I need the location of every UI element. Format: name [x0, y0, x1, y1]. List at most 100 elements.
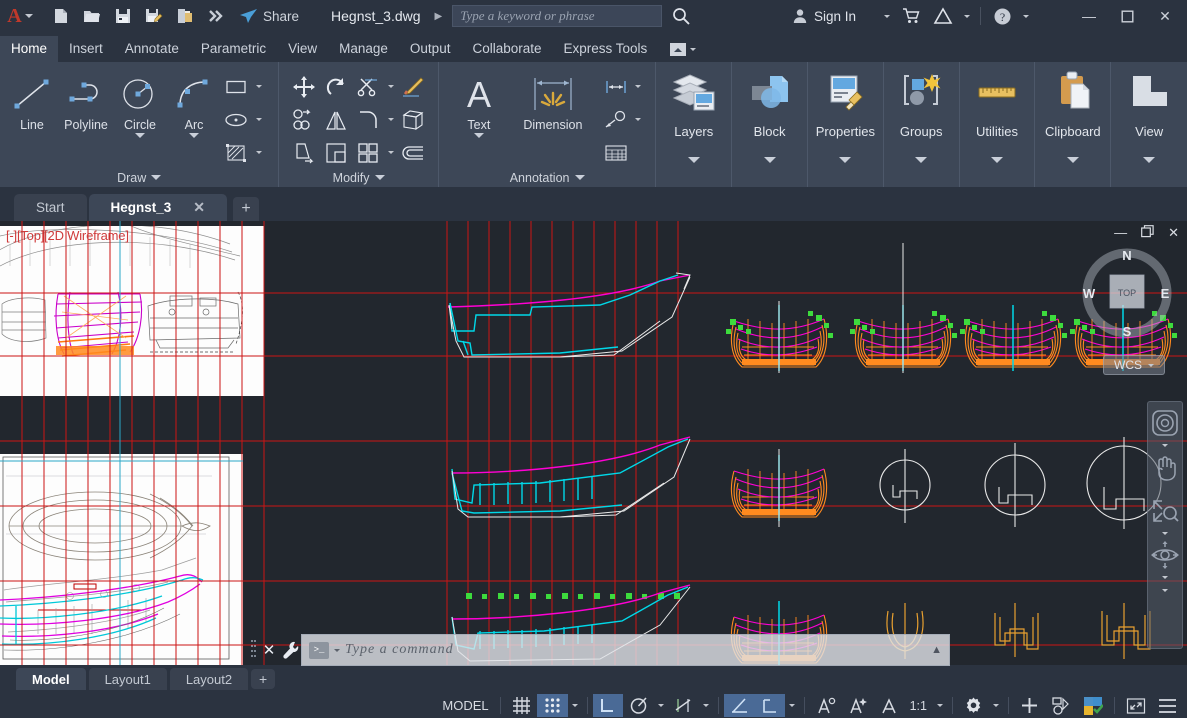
tab-parametric[interactable]: Parametric: [190, 36, 277, 62]
table-icon[interactable]: [601, 138, 631, 167]
ucs-chevron-down-icon[interactable]: [1148, 363, 1154, 367]
rectangle-icon[interactable]: [221, 72, 251, 101]
properties-dropdown-icon[interactable]: [839, 157, 852, 187]
command-input[interactable]: >_ Type a command ▲: [301, 634, 950, 666]
account-chevron-icon[interactable]: [964, 14, 970, 18]
erase-icon[interactable]: [398, 72, 428, 101]
search-icon[interactable]: [670, 5, 692, 27]
model-space-button[interactable]: MODEL: [436, 694, 494, 717]
text-dropdown-icon[interactable]: [473, 133, 484, 138]
sign-in-button[interactable]: Sign In: [792, 8, 856, 24]
arc-button[interactable]: Arc: [167, 68, 221, 138]
block-dropdown-icon[interactable]: [763, 157, 776, 187]
viewcube[interactable]: N S E W TOP: [1081, 241, 1173, 361]
extrude-icon[interactable]: [398, 105, 428, 134]
graphics-performance-icon[interactable]: [1077, 694, 1109, 717]
annotation-scale-value[interactable]: 1:1: [904, 694, 933, 717]
scale-chevron-down-icon[interactable]: [937, 704, 943, 707]
window-minimize-button[interactable]: —: [1075, 1, 1103, 31]
orbit-chevron-down-icon[interactable]: [1162, 575, 1168, 579]
viewport-minimize-icon[interactable]: —: [1114, 225, 1127, 241]
ucs-chevron-down-icon-status[interactable]: [788, 704, 795, 707]
pan-button[interactable]: [1149, 450, 1181, 494]
ellipse-dropdown-icon[interactable]: [255, 118, 262, 121]
wheel-chevron-down-icon[interactable]: [1162, 443, 1168, 447]
array-icon[interactable]: [353, 138, 383, 167]
ortho-mode-toggle[interactable]: [592, 694, 623, 717]
modify-panel-chevron-icon[interactable]: [374, 175, 385, 180]
search-input[interactable]: Type a keyword or phrase: [452, 5, 663, 27]
reference-image-bottom[interactable]: [0, 454, 243, 665]
snap-mode-toggle[interactable]: [536, 694, 568, 717]
zoom-extents-button[interactable]: [1149, 494, 1181, 538]
command-history-chevron-icon[interactable]: [334, 648, 340, 652]
circle-button[interactable]: Circle: [113, 68, 167, 138]
hatch-dropdown-icon[interactable]: [255, 151, 262, 154]
clipboard-dropdown-icon[interactable]: [1066, 157, 1079, 187]
scale-icon[interactable]: [321, 138, 351, 167]
zoom-chevron-down-icon[interactable]: [1162, 531, 1168, 535]
offset-icon[interactable]: [398, 138, 428, 167]
save-icon[interactable]: [112, 5, 134, 27]
tab-annotate[interactable]: Annotate: [114, 36, 190, 62]
move-icon[interactable]: [289, 72, 319, 101]
panel-clipboard[interactable]: Clipboard: [1035, 62, 1112, 187]
workspace-chevron-down-icon[interactable]: [993, 704, 999, 707]
tab-view[interactable]: View: [277, 36, 328, 62]
minimize-ribbon-button[interactable]: [670, 43, 697, 62]
drawing-canvas[interactable]: [-][Top][2D Wireframe] — ✕ N S E W TOP W…: [0, 221, 1187, 665]
annotation-scale-icon[interactable]: [874, 694, 904, 717]
panel-block[interactable]: Block: [732, 62, 808, 187]
mirror-icon[interactable]: [321, 105, 351, 134]
trim-icon[interactable]: [353, 72, 383, 101]
hatch-icon[interactable]: [221, 138, 251, 167]
command-line-close-icon[interactable]: ✕: [259, 641, 279, 659]
dimension-button[interactable]: Dimension: [505, 68, 601, 132]
autoscale-toggle[interactable]: [842, 694, 874, 717]
plot-icon[interactable]: [174, 5, 196, 27]
full-navigation-wheel-button[interactable]: [1149, 406, 1181, 450]
command-line-grip[interactable]: [250, 637, 259, 663]
orbit-button[interactable]: [1149, 538, 1181, 582]
clean-screen-button[interactable]: [1120, 694, 1152, 717]
fillet-dropdown-icon[interactable]: [387, 118, 394, 121]
copy-icon[interactable]: [289, 105, 319, 134]
rotate-icon[interactable]: [321, 72, 351, 101]
tab-insert[interactable]: Insert: [58, 36, 114, 62]
help-icon[interactable]: ?: [991, 5, 1013, 27]
command-line[interactable]: ✕ >_ Type a command ▲: [250, 632, 950, 668]
stretch-icon[interactable]: [289, 138, 319, 167]
text-button[interactable]: A Text: [453, 68, 505, 138]
new-layout-button[interactable]: +: [251, 669, 276, 689]
utilities-dropdown-icon[interactable]: [991, 157, 1003, 187]
panel-view[interactable]: View: [1111, 62, 1187, 187]
viewport-label[interactable]: [-][Top][2D Wireframe]: [6, 228, 129, 243]
new-file-tab-button[interactable]: +: [233, 197, 260, 221]
workspace-switching-button[interactable]: [958, 694, 989, 717]
ucs-icon-toggle[interactable]: [754, 694, 785, 717]
panel-properties[interactable]: Properties: [808, 62, 884, 187]
layout-tab-layout2[interactable]: Layout2: [169, 668, 249, 690]
new-file-icon[interactable]: [50, 5, 72, 27]
polar-chevron-down-icon[interactable]: [657, 704, 664, 707]
file-tab-start[interactable]: Start: [14, 194, 87, 221]
panel-title-annotation[interactable]: Annotation: [439, 168, 655, 187]
command-expand-icon[interactable]: ▲: [931, 644, 942, 656]
isolate-objects-button[interactable]: [1014, 694, 1045, 717]
window-close-button[interactable]: ✕: [1151, 1, 1179, 31]
sign-in-chevron-icon[interactable]: [884, 14, 890, 18]
annotation-panel-chevron-icon[interactable]: [574, 175, 585, 180]
panel-groups[interactable]: Groups: [884, 62, 960, 187]
window-restore-button[interactable]: [1113, 1, 1141, 31]
viewport-close-icon[interactable]: ✕: [1168, 225, 1179, 241]
layers-dropdown-icon[interactable]: [687, 157, 700, 187]
wrench-icon[interactable]: [279, 641, 301, 660]
close-icon[interactable]: ✕: [193, 199, 205, 216]
annotation-visibility-toggle[interactable]: [810, 694, 842, 717]
rectangle-dropdown-icon[interactable]: [255, 85, 262, 88]
object-snap-tracking-toggle[interactable]: [723, 694, 755, 717]
linear-dimension-dropdown-icon[interactable]: [635, 85, 642, 88]
title-dropdown-icon[interactable]: ▶: [435, 11, 443, 22]
trim-dropdown-icon[interactable]: [387, 85, 394, 88]
panel-title-modify[interactable]: Modify: [279, 168, 438, 187]
